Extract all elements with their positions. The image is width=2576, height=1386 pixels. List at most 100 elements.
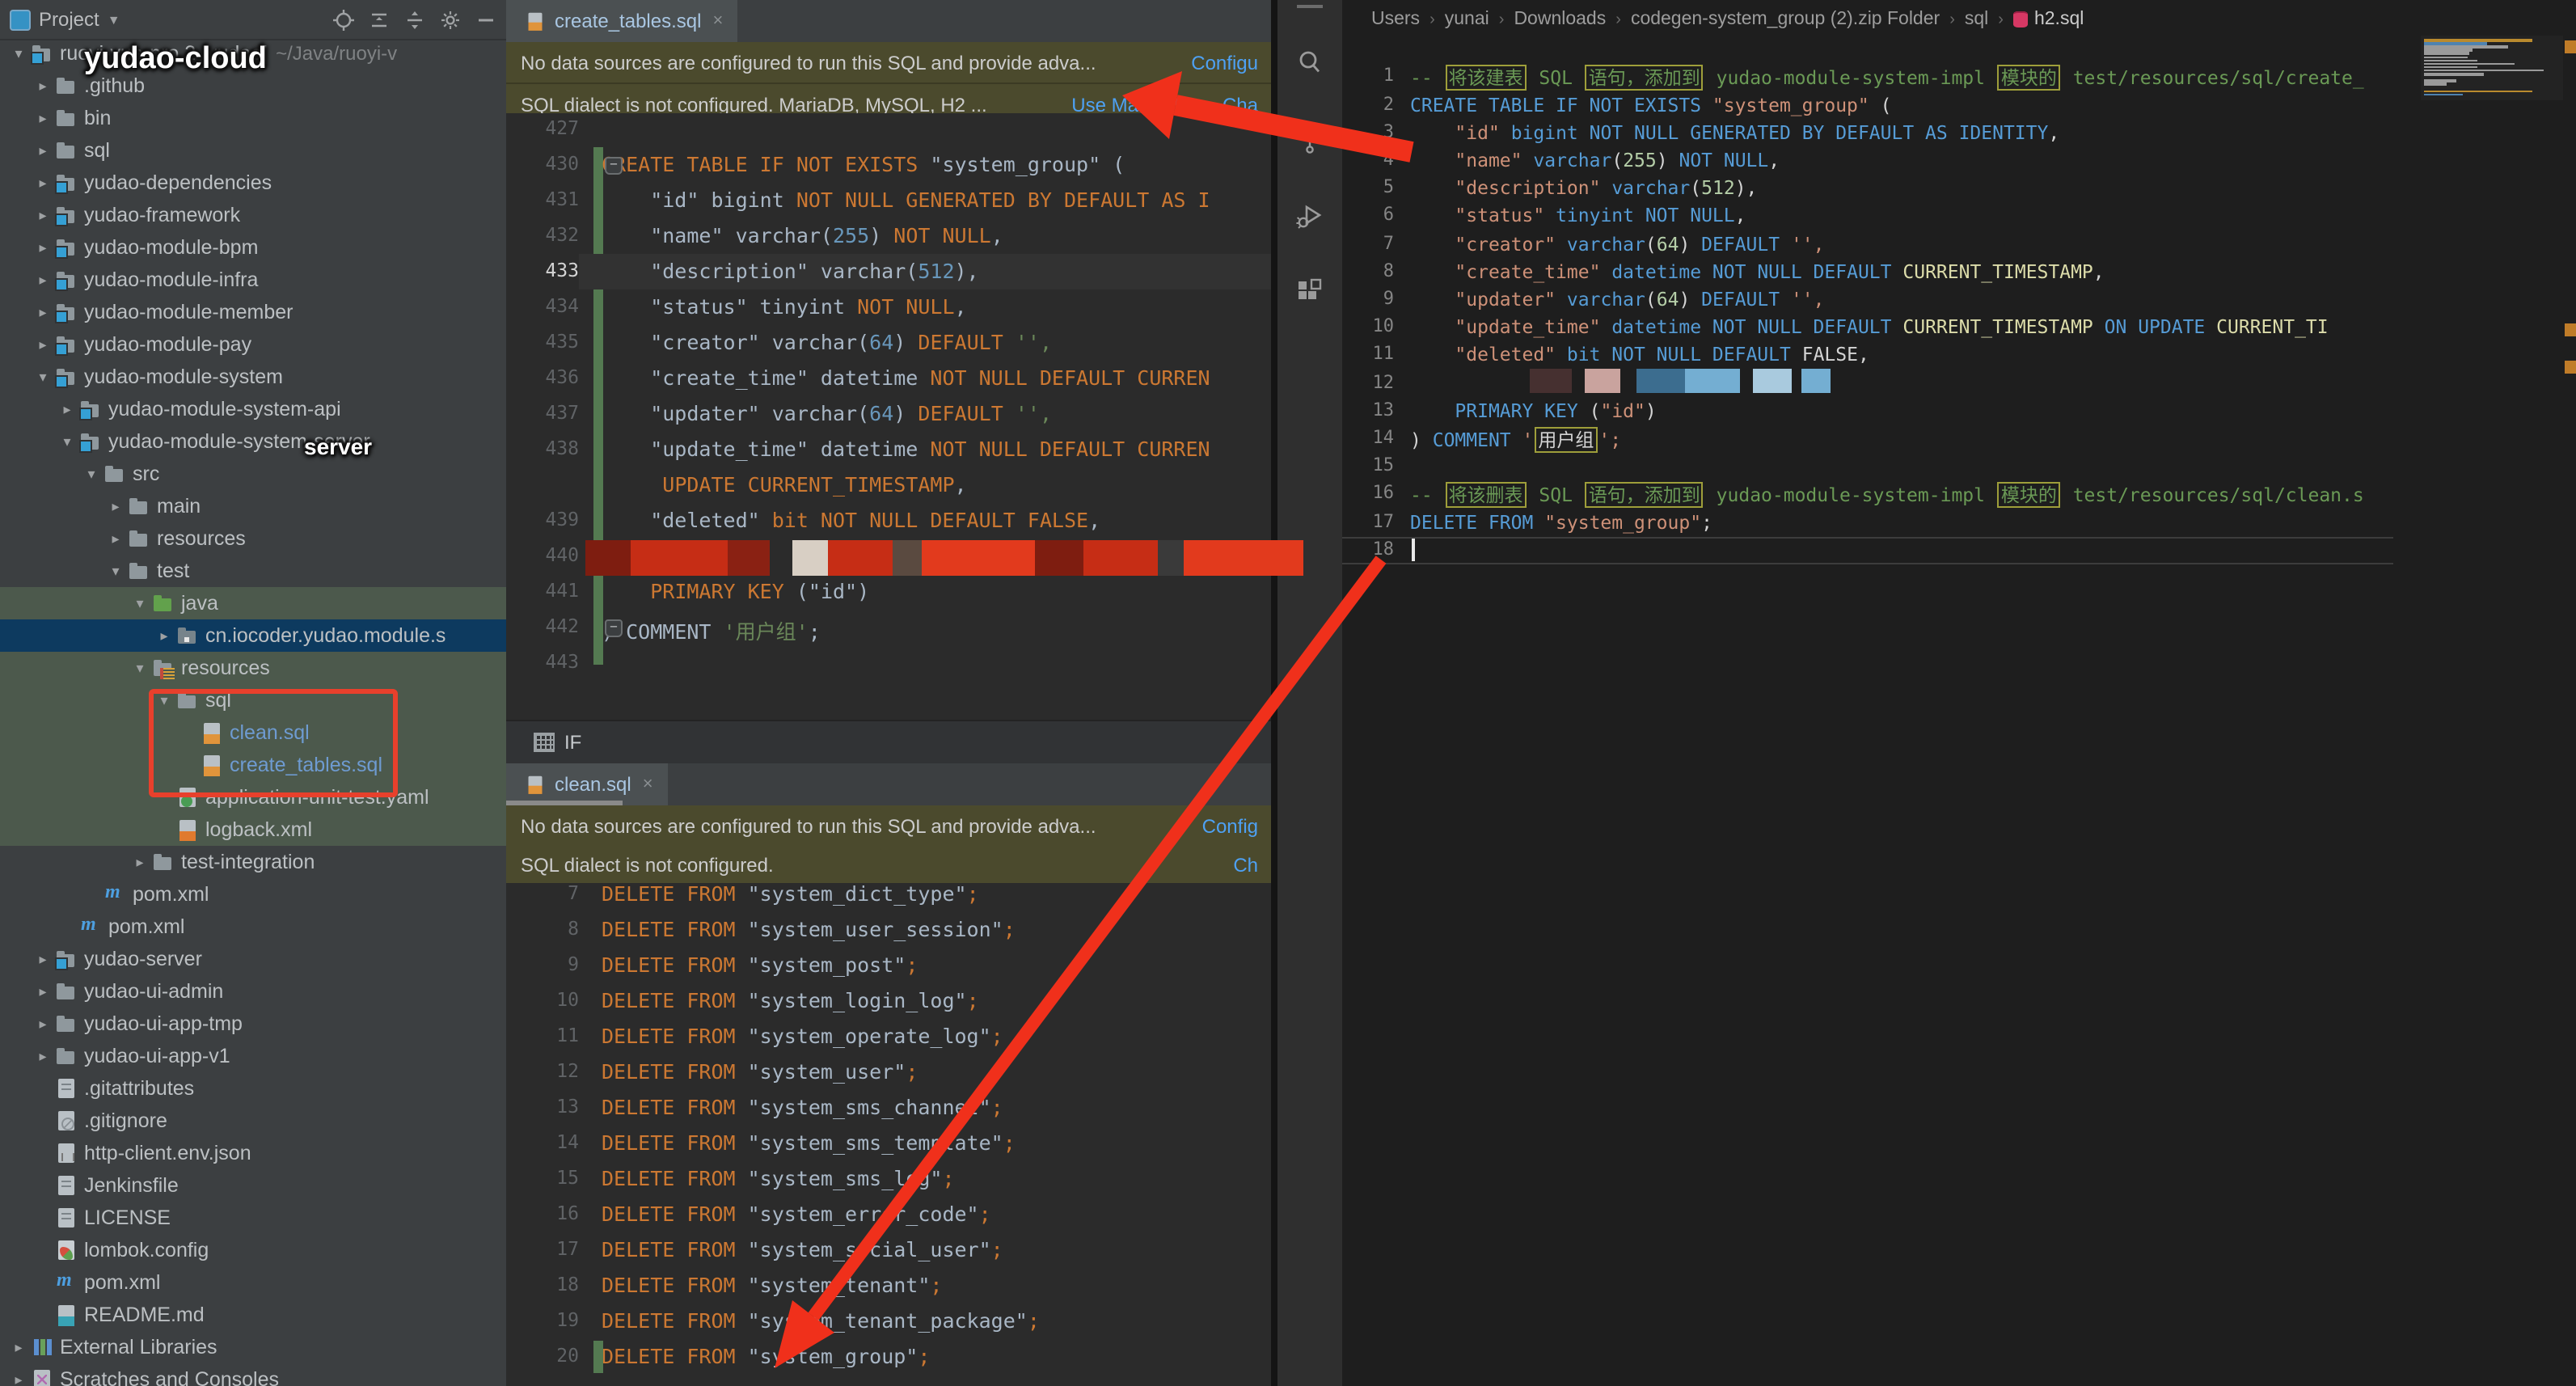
code-line-433[interactable]: 433 "description" varchar(512), — [506, 254, 1273, 289]
vs-code-line-12[interactable]: 12 — [1342, 370, 2576, 397]
tree-item--gitattributes[interactable]: .gitattributes — [0, 1072, 506, 1105]
code-line-15[interactable]: 15DELETE FROM "system_sms_log"; — [506, 1161, 1273, 1197]
h2-sql-editor[interactable]: 1-- 将该建表 SQL 语句，添加到 yudao-module-system-… — [1342, 39, 2576, 1386]
tree-item-yudao-dependencies[interactable]: ▸yudao-dependencies — [0, 167, 506, 199]
structure-label[interactable]: IF — [564, 731, 581, 754]
code-line-431[interactable]: 431 "id" bigint NOT NULL GENERATED BY DE… — [506, 183, 1273, 218]
code-line-442[interactable]: 442) COMMENT '用户组';− — [506, 610, 1273, 645]
tree-item-yudao-module-system[interactable]: ▾yudao-module-system — [0, 361, 506, 393]
breadcrumb-item[interactable]: codegen-system_group (2).zip Folder — [1631, 10, 1940, 29]
close-icon[interactable]: × — [643, 775, 653, 794]
tree-item-yudao-ui-app-tmp[interactable]: ▸yudao-ui-app-tmp — [0, 1008, 506, 1040]
tree-item-license[interactable]: LICENSE — [0, 1202, 506, 1234]
code-line-18[interactable]: 18DELETE FROM "system_tenant"; — [506, 1268, 1273, 1304]
tab-clean-sql[interactable]: clean.sql × — [506, 763, 668, 805]
code-line-17[interactable]: 17DELETE FROM "system_social_user"; — [506, 1232, 1273, 1268]
chevron-right-icon[interactable]: ▸ — [34, 77, 52, 95]
fold-marker-icon[interactable]: − — [605, 157, 623, 175]
code-line-441[interactable]: 441 PRIMARY KEY ("id") — [506, 574, 1273, 610]
tree-item-yudao-module-system-server[interactable]: ▾yudao-module-system-server — [0, 425, 506, 458]
clean-sql-editor[interactable]: 7DELETE FROM "system_dict_type";8DELETE … — [506, 883, 1273, 1386]
code-line-432[interactable]: 432 "name" varchar(255) NOT NULL, — [506, 218, 1273, 254]
tree-item-yudao-module-pay[interactable]: ▸yudao-module-pay — [0, 328, 506, 361]
code-line-10[interactable]: 10DELETE FROM "system_login_log"; — [506, 983, 1273, 1019]
chevron-right-icon[interactable]: ▸ — [34, 174, 52, 192]
code-line-14[interactable]: 14DELETE FROM "system_sms_template"; — [506, 1126, 1273, 1161]
tree-item-http-client-env-json[interactable]: http-client.env.json — [0, 1137, 506, 1169]
code-line-12[interactable]: 12DELETE FROM "system_user"; — [506, 1054, 1273, 1090]
breadcrumb-item[interactable]: Users — [1371, 10, 1420, 29]
tree-item-pom-xml[interactable]: pom.xml — [0, 911, 506, 943]
hide-panel-icon[interactable] — [475, 9, 496, 30]
chevron-down-icon[interactable]: ▾ — [107, 562, 125, 580]
chevron-down-icon[interactable]: ▼ — [108, 12, 120, 27]
code-line-430[interactable]: 430CREATE TABLE IF NOT EXISTS "system_gr… — [506, 147, 1273, 183]
create-tables-editor[interactable]: 427430CREATE TABLE IF NOT EXISTS "system… — [506, 113, 1273, 720]
breadcrumb-item[interactable]: Downloads — [1514, 10, 1606, 29]
chevron-down-icon[interactable]: ▾ — [131, 594, 149, 612]
source-control-icon[interactable] — [1277, 113, 1342, 168]
chevron-right-icon[interactable]: ▸ — [10, 1371, 27, 1386]
tree-item-yudao-module-member[interactable]: ▸yudao-module-member — [0, 296, 506, 328]
code-line-435[interactable]: 435 "creator" varchar(64) DEFAULT '', — [506, 325, 1273, 361]
tree-item-yudao-ui-app-v1[interactable]: ▸yudao-ui-app-v1 — [0, 1040, 506, 1072]
vs-code-line-17[interactable]: 17DELETE FROM "system_group"; — [1342, 509, 2576, 536]
chevron-right-icon[interactable]: ▸ — [34, 1047, 52, 1065]
chevron-right-icon[interactable]: ▸ — [34, 982, 52, 1000]
code-line-438[interactable]: 438 "update_time" datetime NOT NULL DEFA… — [506, 432, 1273, 467]
breadcrumb-item[interactable]: yunai — [1445, 10, 1489, 29]
chevron-right-icon[interactable]: ▸ — [107, 530, 125, 547]
code-line-9[interactable]: 9DELETE FROM "system_post"; — [506, 948, 1273, 983]
vs-code-line-16[interactable]: 16-- 将该删表 SQL 语句，添加到 yudao-module-system… — [1342, 481, 2576, 509]
vs-code-line-5[interactable]: 5 "description" varchar(512), — [1342, 175, 2576, 202]
tree-item-yudao-framework[interactable]: ▸yudao-framework — [0, 199, 506, 231]
tree-item-jenkinsfile[interactable]: Jenkinsfile — [0, 1169, 506, 1202]
chevron-right-icon[interactable]: ▸ — [34, 950, 52, 968]
code-line-8[interactable]: 8DELETE FROM "system_user_session"; — [506, 912, 1273, 948]
vs-code-line-10[interactable]: 10 "update_time" datetime NOT NULL DEFAU… — [1342, 314, 2576, 341]
project-title[interactable]: Project — [39, 8, 99, 31]
breadcrumb-file[interactable]: h2.sql — [2013, 10, 2084, 29]
chevron-down-icon[interactable]: ▾ — [10, 44, 27, 62]
tree-item-readme-md[interactable]: README.md — [0, 1299, 506, 1331]
vs-code-line-2[interactable]: 2CREATE TABLE IF NOT EXISTS "system_grou… — [1342, 91, 2576, 119]
chevron-right-icon[interactable]: ▸ — [10, 1338, 27, 1356]
fold-marker-icon[interactable]: − — [605, 619, 623, 637]
breadcrumb[interactable]: Users›yunai›Downloads›codegen-system_gro… — [1371, 0, 2084, 39]
minimap[interactable] — [2421, 36, 2563, 100]
tree-item-external-libraries[interactable]: ▸External Libraries — [0, 1331, 506, 1363]
vs-code-line-6[interactable]: 6 "status" tinyint NOT NULL, — [1342, 203, 2576, 230]
tree-item-yudao-module-system-api[interactable]: ▸yudao-module-system-api — [0, 393, 506, 425]
chevron-down-icon[interactable]: ▾ — [58, 433, 76, 450]
tree-item-yudao-module-infra[interactable]: ▸yudao-module-infra — [0, 264, 506, 296]
tree-item-logback-xml[interactable]: logback.xml — [0, 813, 506, 846]
chevron-right-icon[interactable]: ▸ — [34, 336, 52, 353]
configure-link[interactable]: Configu — [1191, 51, 1258, 74]
code-line-11[interactable]: 11DELETE FROM "system_operate_log"; — [506, 1019, 1273, 1054]
close-icon[interactable]: × — [712, 11, 723, 31]
tree-item-yudao-server[interactable]: ▸yudao-server — [0, 943, 506, 975]
code-line-439[interactable]: 439 "deleted" bit NOT NULL DEFAULT FALSE… — [506, 503, 1273, 539]
code-line-13[interactable]: 13DELETE FROM "system_sms_channel"; — [506, 1090, 1273, 1126]
chevron-right-icon[interactable]: ▸ — [58, 400, 76, 418]
vs-code-line-11[interactable]: 11 "deleted" bit NOT NULL DEFAULT FALSE, — [1342, 342, 2576, 370]
vs-code-line-9[interactable]: 9 "updater" varchar(64) DEFAULT '', — [1342, 286, 2576, 314]
tree-item-test[interactable]: ▾test — [0, 555, 506, 587]
chevron-right-icon[interactable]: ▸ — [34, 271, 52, 289]
tree-item-src[interactable]: ▾src — [0, 458, 506, 490]
chevron-right-icon[interactable]: ▸ — [107, 497, 125, 515]
chevron-right-icon[interactable]: ▸ — [34, 206, 52, 224]
vs-code-line-13[interactable]: 13 PRIMARY KEY ("id") — [1342, 398, 2576, 425]
code-line-443[interactable]: 443 — [506, 645, 1273, 681]
locate-icon[interactable] — [333, 9, 354, 30]
vs-code-line-15[interactable]: 15 — [1342, 453, 2576, 480]
tree-item-bin[interactable]: ▸bin — [0, 102, 506, 134]
tree-item-resources[interactable]: ▸resources — [0, 522, 506, 555]
extensions-icon[interactable] — [1277, 265, 1342, 320]
chevron-down-icon[interactable]: ▾ — [131, 659, 149, 677]
tree-item-yudao-ui-admin[interactable]: ▸yudao-ui-admin — [0, 975, 506, 1008]
code-line-wrap[interactable]: UPDATE CURRENT_TIMESTAMP, — [506, 467, 1273, 503]
vs-code-line-3[interactable]: 3 "id" bigint NOT NULL GENERATED BY DEFA… — [1342, 120, 2576, 147]
tree-item-test-integration[interactable]: ▸test-integration — [0, 846, 506, 878]
chevron-right-icon[interactable]: ▸ — [34, 142, 52, 159]
